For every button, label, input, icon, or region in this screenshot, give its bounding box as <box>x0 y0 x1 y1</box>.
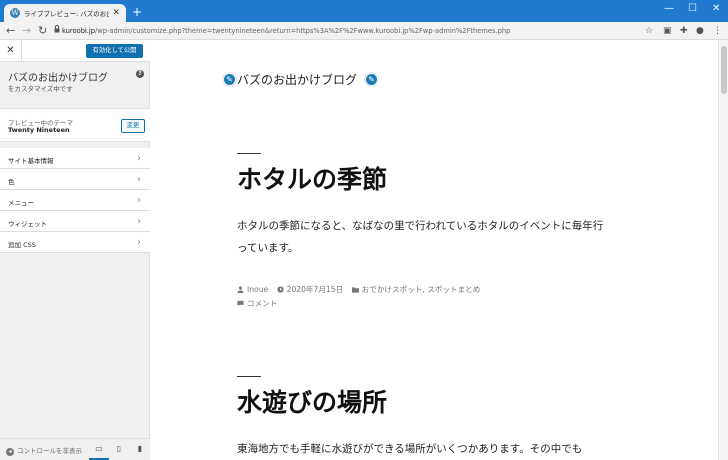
post-categories[interactable]: おでかけスポット, スポットまとめ <box>351 285 480 294</box>
hide-controls-label: コントロールを非表示 <box>17 447 82 455</box>
address-bar: ← → ↻ kuroobi.jp/wp-admin/customize.php?… <box>0 22 728 40</box>
mobile-device-icon[interactable]: ▮ <box>135 444 145 454</box>
menu-item-label: 色 <box>8 178 15 186</box>
back-icon[interactable]: ← <box>6 23 15 39</box>
author-icon <box>237 286 244 293</box>
post-meta: Inoue 2020年7月15日 おでかけスポット, スポットまとめ コメント <box>237 283 537 311</box>
customizer-menu: サイト基本情報 › 色 › メニュー › ウィジェット › 追加 CSS › <box>0 148 150 253</box>
site-subtitle: をカスタマイズ中です <box>8 85 73 93</box>
url-input[interactable]: kuroobi.jp/wp-admin/customize.php?theme=… <box>62 24 642 38</box>
minimize-icon[interactable]: — <box>664 2 674 16</box>
menu-item-label: 追加 CSS <box>8 241 36 249</box>
menu-dots-icon[interactable]: ⋮ <box>713 24 722 38</box>
post-comments[interactable]: コメント <box>237 299 277 308</box>
chevron-right-icon: › <box>137 153 141 164</box>
chevron-right-icon: › <box>137 216 141 227</box>
scrollbar-thumb[interactable] <box>721 46 727 94</box>
tablet-device-icon[interactable]: ▯ <box>114 444 124 454</box>
tab-title: ライブプレビュー: バズのお出かけブログ <box>24 10 109 18</box>
extension-icon[interactable]: ▣ <box>663 24 672 38</box>
help-icon[interactable]: ? <box>136 70 144 78</box>
edit-shortcut-pencil-icon[interactable]: ✎ <box>223 73 236 86</box>
folder-icon <box>351 287 359 293</box>
wordpress-icon: W <box>10 8 20 18</box>
chevron-right-icon: › <box>137 237 141 248</box>
post-excerpt: ホタルの季節になると、なばなの里で行われているホタルのイベントに毎年行っています… <box>237 220 604 254</box>
post-author[interactable]: Inoue <box>237 285 268 294</box>
hide-controls-button[interactable]: ◂ コントロールを非表示 <box>6 445 82 456</box>
title-divider <box>237 153 261 154</box>
browser-tab-bar: W ライブプレビュー: バズのお出かけブログ ✕ + — ☐ ✕ <box>0 0 728 22</box>
customizer-sidebar: ✕ 有効化して公開 バズのお出かけブログ をカスタマイズ中です ? プレビュー中… <box>0 40 150 460</box>
theme-name: Twenty Nineteen <box>8 126 70 134</box>
title-divider <box>237 376 261 377</box>
post-date[interactable]: 2020年7月15日 <box>276 285 343 294</box>
sidebar-footer: ◂ コントロールを非表示 ▭ ▯ ▮ <box>0 438 150 460</box>
post-title[interactable]: 水遊びの場所 <box>237 383 387 419</box>
reload-icon[interactable]: ↻ <box>38 23 47 39</box>
menu-item-menus[interactable]: メニュー › <box>0 190 150 211</box>
desktop-device-icon[interactable]: ▭ <box>94 444 104 454</box>
sidebar-header: ✕ 有効化して公開 <box>0 40 150 62</box>
profile-icon[interactable]: ● <box>696 24 704 38</box>
site-preview: ✎ バズのお出かけブログ ✎ ホタルの季節 ホタルの季節になると、なばなの里で行… <box>151 40 718 460</box>
chevron-right-icon: › <box>137 174 141 185</box>
maximize-icon[interactable]: ☐ <box>688 2 697 16</box>
comment-icon <box>237 300 244 307</box>
close-tab-icon[interactable]: ✕ <box>112 8 120 18</box>
chevron-right-icon: › <box>137 195 141 206</box>
theme-section: プレビュー中のテーマ Twenty Nineteen 変更 <box>0 108 150 142</box>
browser-tab[interactable]: W ライブプレビュー: バズのお出かけブログ ✕ <box>4 4 126 22</box>
post-title[interactable]: ホタルの季節 <box>237 160 387 196</box>
bookmark-star-icon[interactable]: ☆ <box>645 24 653 38</box>
puzzle-icon[interactable]: ✚ <box>680 24 688 38</box>
lock-icon[interactable] <box>54 25 60 33</box>
change-theme-button[interactable]: 変更 <box>121 119 145 133</box>
menu-item-widgets[interactable]: ウィジェット › <box>0 211 150 232</box>
clock-icon <box>276 286 284 293</box>
new-tab-icon[interactable]: + <box>132 4 142 20</box>
preview-scrollbar[interactable] <box>718 40 728 460</box>
edit-shortcut-pencil-icon[interactable]: ✎ <box>365 73 378 86</box>
menu-item-label: サイト基本情報 <box>8 157 54 165</box>
menu-item-site-identity[interactable]: サイト基本情報 › <box>0 148 150 169</box>
forward-icon[interactable]: → <box>22 23 31 39</box>
arrow-left-icon: ◂ <box>6 448 14 456</box>
blog-title[interactable]: バズのお出かけブログ <box>237 71 357 88</box>
site-title: バズのお出かけブログ <box>8 73 108 84</box>
menu-item-colors[interactable]: 色 › <box>0 169 150 190</box>
activate-publish-button[interactable]: 有効化して公開 <box>86 44 143 58</box>
menu-item-label: ウィジェット <box>8 220 47 228</box>
menu-item-label: メニュー <box>8 199 34 207</box>
menu-item-additional-css[interactable]: 追加 CSS › <box>0 232 150 253</box>
close-customizer-button[interactable]: ✕ <box>0 40 22 62</box>
close-window-icon[interactable]: ✕ <box>712 2 720 16</box>
post-excerpt: 東海地方でも手軽に水遊びができる場所がいくつかあります。その中でも <box>237 443 583 455</box>
